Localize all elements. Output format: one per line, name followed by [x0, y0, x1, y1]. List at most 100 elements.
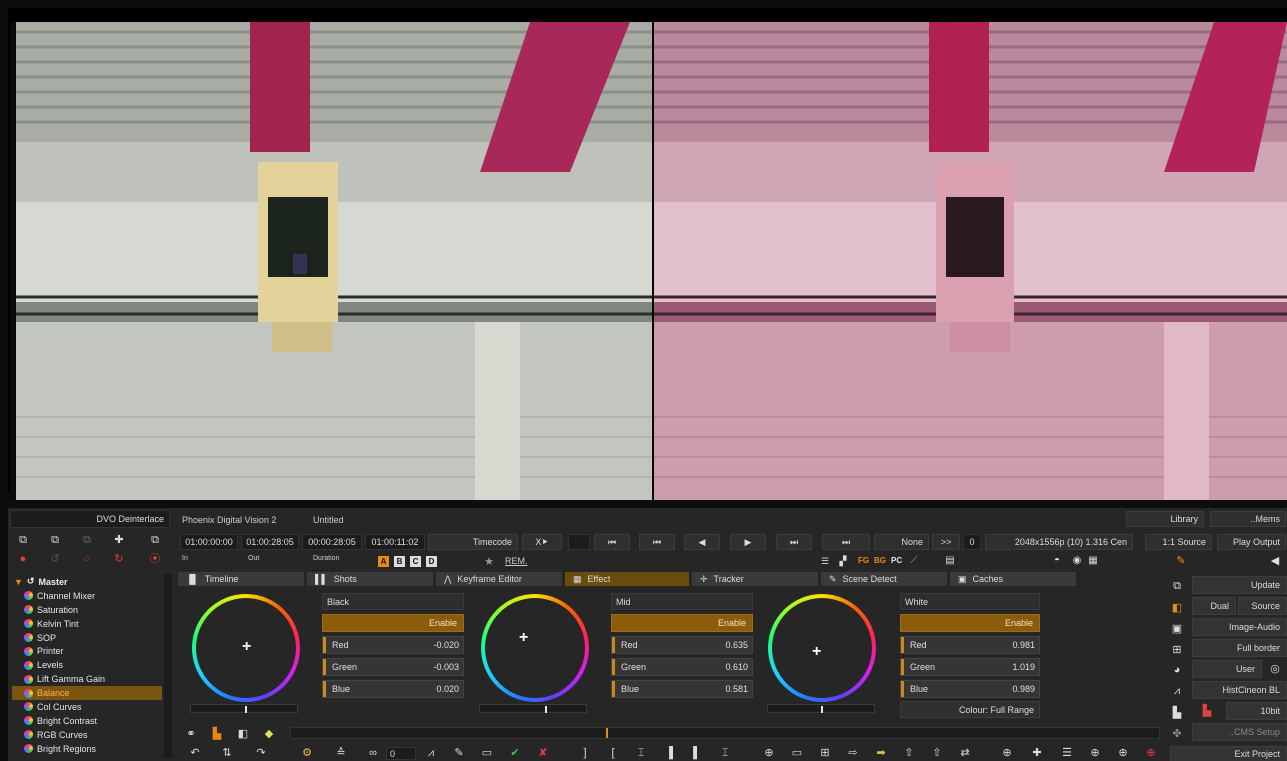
plugin-selector[interactable]: DVO Deinterlace: [10, 510, 170, 528]
mid-master-slider[interactable]: [479, 704, 587, 713]
grade-link-icon[interactable]: ✚: [1030, 746, 1044, 760]
grade-paste-icon[interactable]: ⧉: [78, 532, 96, 548]
frame-input[interactable]: 0: [963, 534, 981, 550]
white-master-slider[interactable]: [767, 704, 875, 713]
tab-caches[interactable]: ▣ Caches: [950, 572, 1076, 586]
tree-item-lift-gamma-gain[interactable]: Lift Gamma Gain: [12, 672, 162, 686]
grade-paste2-icon[interactable]: ⊕: [1116, 746, 1130, 760]
paint-icon[interactable]: ▞: [836, 555, 850, 567]
rem-label[interactable]: REM.: [505, 556, 528, 566]
bg-indicator[interactable]: BG: [874, 556, 886, 565]
white-red-field[interactable]: Red 0.981: [900, 636, 1040, 654]
split-icon[interactable]: ◧: [236, 727, 250, 741]
overwrite-icon[interactable]: ▭: [790, 746, 804, 760]
out-timecode[interactable]: 01:00:28:05: [241, 534, 299, 550]
view-icon[interactable]: ◧: [1170, 600, 1184, 614]
colour-mode-selector[interactable]: Colour: Full Range: [900, 701, 1040, 718]
play-icon[interactable]: ▶: [730, 534, 766, 550]
grade-delete-icon[interactable]: ⊕: [1144, 746, 1158, 760]
levels-icon[interactable]: ▙: [1198, 704, 1216, 718]
arrow-right-icon[interactable]: ⇨: [846, 746, 860, 760]
hist-selector[interactable]: HistCineon BL: [1192, 681, 1287, 699]
version-b-button[interactable]: B: [394, 556, 405, 567]
pc-indicator[interactable]: PC: [891, 556, 902, 565]
exit-project-button[interactable]: Exit Project: [1170, 746, 1287, 761]
tab-timeline[interactable]: ▐▌ Timeline: [178, 572, 304, 586]
nodes-icon[interactable]: ⚭: [184, 727, 198, 741]
export-icon[interactable]: ⧉: [146, 532, 164, 548]
timeline-scrubber[interactable]: [290, 727, 1160, 739]
white-blue-field[interactable]: Blue 0.989: [900, 680, 1040, 698]
tree-item-rgb-curves[interactable]: RGB Curves: [12, 728, 162, 742]
link-icon[interactable]: ∞: [366, 746, 380, 760]
splice-icon[interactable]: ⊕: [762, 746, 776, 760]
copy-icon[interactable]: ⧉: [14, 532, 32, 548]
extract-icon[interactable]: ⇧: [930, 746, 944, 760]
target-icon[interactable]: ◎: [1266, 662, 1284, 676]
tree-item-saturation[interactable]: Saturation: [12, 603, 162, 617]
first-frame-icon[interactable]: ⏮: [594, 534, 630, 550]
monitor-icon[interactable]: ▤: [943, 555, 957, 567]
none-selector[interactable]: None: [874, 534, 929, 550]
tree-item-col-curves[interactable]: Col Curves: [12, 700, 162, 714]
swap-icon[interactable]: X⯈: [522, 534, 562, 550]
full-border-selector[interactable]: Full border: [1192, 639, 1287, 657]
volume-icon[interactable]: ◀: [1268, 555, 1282, 568]
black-blue-field[interactable]: Blue 0.020: [322, 680, 464, 698]
tab-effect[interactable]: ▦ Effect: [565, 572, 689, 586]
version-c-button[interactable]: C: [410, 556, 421, 567]
media-icon[interactable]: ▣: [1170, 621, 1184, 635]
source-selector[interactable]: Source: [1238, 597, 1287, 615]
glasses-icon[interactable]: ◓: [1048, 555, 1066, 567]
timecode-mode-button[interactable]: Timecode: [428, 534, 518, 550]
image-viewer[interactable]: [8, 8, 1287, 500]
tab-tracker[interactable]: ✛ Tracker: [692, 572, 818, 586]
image-audio-selector[interactable]: Image-Audio: [1192, 618, 1287, 636]
tree-item-bright-regions[interactable]: Bright Regions: [12, 742, 162, 756]
tab-scene-detect[interactable]: ✎ Scene Detect: [821, 572, 947, 586]
node-add-icon[interactable]: ●: [14, 551, 32, 567]
update-button[interactable]: Update: [1192, 576, 1287, 594]
white-green-field[interactable]: Green 1.019: [900, 658, 1040, 676]
version-d-button[interactable]: D: [426, 556, 437, 567]
arrow-right-yellow-icon[interactable]: ➡: [874, 746, 888, 760]
grade-add-icon[interactable]: ⊕: [1000, 746, 1014, 760]
mid-red-field[interactable]: Red 0.635: [611, 636, 753, 654]
version-a-button[interactable]: A: [378, 556, 389, 567]
graph-icon[interactable]: ⩘: [1170, 684, 1184, 698]
play-output-selector[interactable]: Play Output: [1217, 534, 1286, 550]
ripple-icon[interactable]: ≙: [334, 746, 348, 760]
blank-button[interactable]: [568, 534, 590, 550]
list-sort-icon[interactable]: ☰: [1058, 746, 1076, 760]
skip-button[interactable]: >>: [932, 534, 960, 550]
fg-indicator[interactable]: FG: [858, 556, 869, 565]
star-icon[interactable]: ★: [482, 555, 496, 569]
mems-button[interactable]: ..Mems: [1210, 511, 1286, 527]
user-icon[interactable]: ◕: [1170, 663, 1184, 677]
slip-icon[interactable]: ⌶: [718, 746, 732, 760]
black-enable-button[interactable]: Enable: [322, 614, 464, 632]
eye-icon[interactable]: ◉: [1070, 555, 1084, 567]
stop-icon[interactable]: ⦿: [146, 551, 164, 567]
tab-keyframe-editor[interactable]: ⋀ Keyframe Editor: [436, 572, 562, 586]
cms-setup-button[interactable]: ..CMS Setup: [1192, 723, 1287, 741]
redo-icon[interactable]: ↷: [254, 746, 268, 760]
black-wheel-cursor[interactable]: +: [242, 639, 251, 655]
curve-edit-icon[interactable]: ⩘: [424, 746, 438, 760]
list-icon[interactable]: ☰: [818, 555, 832, 567]
border-icon[interactable]: ⊞: [1170, 642, 1184, 656]
counter-input[interactable]: 0: [386, 747, 416, 760]
mid-wheel-cursor[interactable]: +: [519, 630, 528, 646]
undo-icon[interactable]: ↶: [188, 746, 202, 760]
white-enable-button[interactable]: Enable: [900, 614, 1040, 632]
tree-item-balance[interactable]: Balance: [12, 686, 162, 701]
tree-root-master[interactable]: ▼ ↺ Master: [12, 575, 162, 589]
wrench-icon[interactable]: ✎: [1174, 555, 1188, 568]
snap-icon[interactable]: ⚙: [300, 746, 314, 760]
record-icon[interactable]: ○: [78, 551, 96, 567]
prev-shot-icon[interactable]: ⏮: [639, 534, 675, 550]
trim-icon[interactable]: ⌶: [634, 746, 648, 760]
curve-icon[interactable]: ⟋: [906, 555, 922, 567]
next-shot-icon[interactable]: ⏭: [776, 534, 812, 550]
mark-out-icon[interactable]: ]: [578, 746, 592, 760]
